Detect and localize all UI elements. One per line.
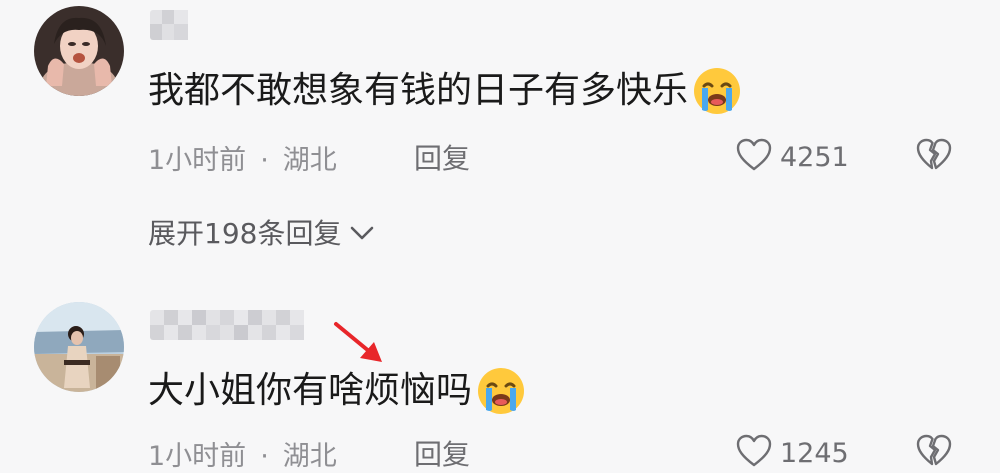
like-button[interactable]: 1245 xyxy=(736,434,849,472)
comment-time: 1小时前 xyxy=(148,145,247,176)
comment-location: 湖北 xyxy=(282,441,337,472)
comment-text-content: 我都不敢想象有钱的日子有多快乐 xyxy=(148,70,689,111)
like-count: 1245 xyxy=(780,437,849,469)
expand-replies-button[interactable]: 展开198条回复 xyxy=(148,212,375,252)
comment-text-content: 大小姐你有啥烦恼吗 xyxy=(148,370,473,411)
chevron-down-icon xyxy=(341,216,375,249)
comment-meta: 1小时前 · 湖北 xyxy=(148,138,337,177)
username-blurred[interactable] xyxy=(150,10,192,40)
crying-emoji-icon xyxy=(476,366,526,416)
heart-icon[interactable] xyxy=(736,434,772,472)
like-button[interactable]: 4251 xyxy=(736,138,849,176)
crying-emoji-icon xyxy=(692,66,742,116)
broken-heart-icon[interactable] xyxy=(916,434,952,472)
avatar[interactable] xyxy=(34,302,124,392)
comment-text: 大小姐你有啥烦恼吗 xyxy=(148,366,526,416)
red-arrow-icon xyxy=(330,318,390,372)
reply-button[interactable]: 回复 xyxy=(414,433,470,473)
comment-meta: 1小时前 · 湖北 xyxy=(148,434,337,473)
comment-location: 湖北 xyxy=(282,145,337,176)
like-count: 4251 xyxy=(780,141,849,173)
avatar[interactable] xyxy=(34,6,124,96)
comment-time: 1小时前 xyxy=(148,441,247,472)
dislike-button[interactable] xyxy=(916,138,952,176)
expand-replies-label: 展开198条回复 xyxy=(148,217,342,250)
username-blurred[interactable] xyxy=(150,310,314,340)
broken-heart-icon[interactable] xyxy=(916,138,952,176)
dislike-button[interactable] xyxy=(916,434,952,472)
heart-icon[interactable] xyxy=(736,138,772,176)
comment-text: 我都不敢想象有钱的日子有多快乐 xyxy=(148,66,742,116)
reply-button[interactable]: 回复 xyxy=(414,137,470,177)
meta-separator: · xyxy=(260,441,269,472)
meta-separator: · xyxy=(260,145,269,176)
